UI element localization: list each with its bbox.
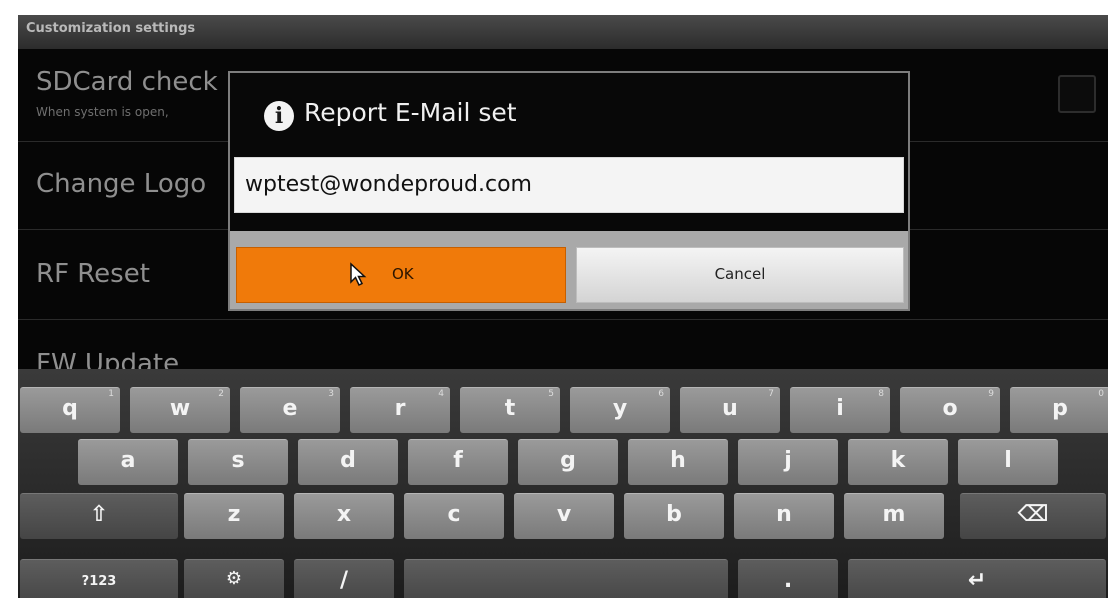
key-label: s (231, 448, 245, 473)
key-b[interactable]: b (624, 493, 724, 539)
shift-key[interactable]: ⇧ (20, 493, 178, 539)
key-hint: 1 (108, 389, 114, 399)
setting-subtitle: When system is open, (36, 105, 169, 119)
key-label: n (776, 502, 792, 527)
soft-keyboard: q1w2e3r4t5y6u7i8o9p0 asdfghjkl ⇧ ⌫ zxcvb… (18, 369, 1108, 598)
key-label: f (453, 448, 463, 473)
info-icon: i (264, 101, 294, 131)
key-label: u (722, 396, 738, 421)
cancel-label: Cancel (714, 265, 766, 283)
symbols-key-label: ?123 (81, 574, 117, 589)
setting-title: SDCard check (36, 67, 218, 97)
key-q[interactable]: q1 (20, 387, 120, 433)
key-label: w (169, 396, 191, 421)
key-k[interactable]: k (848, 439, 948, 485)
key-hint: 9 (988, 389, 994, 399)
key-y[interactable]: y6 (570, 387, 670, 433)
key-label: z (227, 502, 241, 527)
key-f[interactable]: f (408, 439, 508, 485)
sdcard-checkbox[interactable] (1058, 75, 1096, 113)
key-i[interactable]: i8 (790, 387, 890, 433)
enter-key[interactable]: ↵ (848, 559, 1106, 598)
key-label: b (666, 502, 682, 527)
key-w[interactable]: w2 (130, 387, 230, 433)
key-h[interactable]: h (628, 439, 728, 485)
key-a[interactable]: a (78, 439, 178, 485)
key-s[interactable]: s (188, 439, 288, 485)
period-key[interactable]: . (738, 559, 838, 598)
key-hint: 4 (438, 389, 444, 399)
key-o[interactable]: o9 (900, 387, 1000, 433)
key-label: v (556, 502, 572, 527)
period-key-label: . (783, 568, 793, 593)
gear-icon: ⚙ (225, 568, 243, 589)
key-t[interactable]: t5 (460, 387, 560, 433)
slash-key[interactable]: / (294, 559, 394, 598)
key-x[interactable]: x (294, 493, 394, 539)
key-g[interactable]: g (518, 439, 618, 485)
enter-icon: ↵ (967, 568, 987, 593)
key-e[interactable]: e3 (240, 387, 340, 433)
key-hint: 7 (768, 389, 774, 399)
key-label: l (1004, 448, 1012, 473)
key-label: o (942, 396, 958, 421)
key-label: c (447, 502, 461, 527)
key-label: j (784, 448, 792, 473)
key-hint: 2 (218, 389, 224, 399)
ok-label: OK (392, 265, 414, 283)
key-n[interactable]: n (734, 493, 834, 539)
key-label: g (560, 448, 576, 473)
key-hint: 6 (658, 389, 664, 399)
key-label: p (1052, 396, 1068, 421)
dialog-button-bar: OK Cancel (230, 231, 908, 309)
key-label: i (836, 396, 844, 421)
dialog-title: Report E-Mail set (304, 98, 517, 127)
report-email-dialog: i Report E-Mail set wptest@wondeproud.co… (228, 71, 910, 311)
key-hint: 0 (1098, 389, 1104, 399)
key-hint: 8 (878, 389, 884, 399)
key-label: h (670, 448, 686, 473)
shift-icon: ⇧ (89, 502, 109, 527)
dialog-title-bar: i Report E-Mail set (230, 73, 908, 155)
key-m[interactable]: m (844, 493, 944, 539)
key-label: k (890, 448, 906, 473)
backspace-key[interactable]: ⌫ (960, 493, 1106, 539)
key-z[interactable]: z (184, 493, 284, 539)
space-key[interactable] (404, 559, 728, 598)
key-p[interactable]: p0 (1010, 387, 1108, 433)
key-label: y (612, 396, 628, 421)
email-input[interactable]: wptest@wondeproud.com (234, 157, 904, 213)
key-v[interactable]: v (514, 493, 614, 539)
slash-key-label: / (339, 568, 349, 593)
key-l[interactable]: l (958, 439, 1058, 485)
key-label: t (504, 396, 516, 421)
setting-title: RF Reset (36, 259, 150, 289)
key-label: a (120, 448, 136, 473)
key-j[interactable]: j (738, 439, 838, 485)
key-hint: 3 (328, 389, 334, 399)
backspace-icon: ⌫ (1017, 502, 1049, 527)
key-label: q (62, 396, 78, 421)
screen: Customization settings SDCard check When… (18, 15, 1108, 598)
email-input-value: wptest@wondeproud.com (245, 172, 532, 197)
ok-button[interactable]: OK (236, 247, 566, 303)
key-label: e (282, 396, 298, 421)
key-label: x (336, 502, 352, 527)
key-label: d (340, 448, 356, 473)
key-d[interactable]: d (298, 439, 398, 485)
key-hint: 5 (548, 389, 554, 399)
key-u[interactable]: u7 (680, 387, 780, 433)
symbols-key[interactable]: ?123 (20, 559, 178, 598)
settings-header: Customization settings (18, 15, 1108, 49)
mouse-pointer-icon (350, 262, 367, 287)
key-c[interactable]: c (404, 493, 504, 539)
key-r[interactable]: r4 (350, 387, 450, 433)
key-label: m (882, 502, 906, 527)
key-label: r (394, 396, 406, 421)
keyboard-settings-key[interactable]: ⚙ (184, 559, 284, 598)
page-title: Customization settings (26, 21, 196, 36)
setting-title: Change Logo (36, 169, 207, 199)
cancel-button[interactable]: Cancel (576, 247, 904, 303)
